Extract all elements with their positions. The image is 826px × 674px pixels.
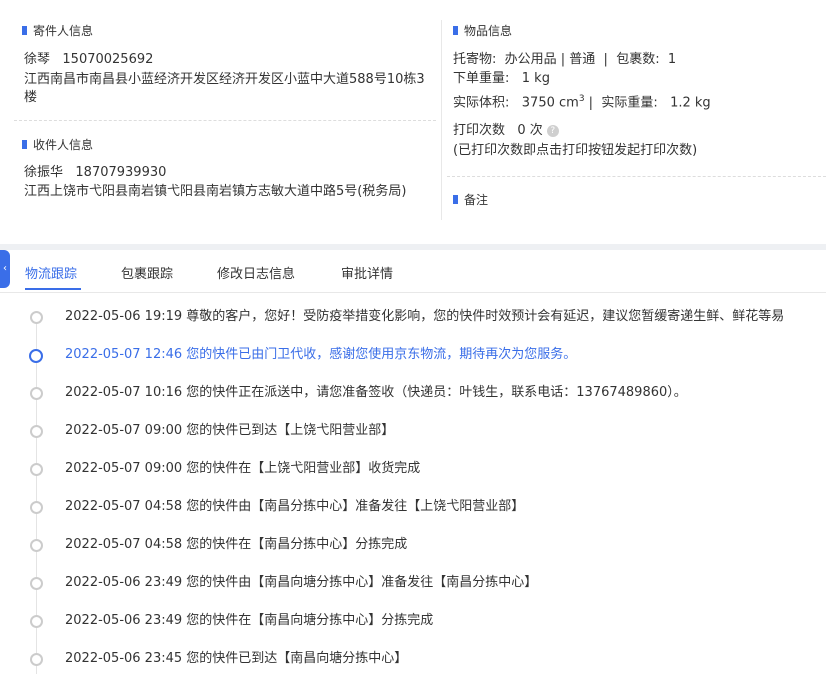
goods-line-3: 实际体积: 3750 cm3 | 实际重量: 1.2 kg <box>453 90 711 112</box>
timeline-entry: 2022-05-06 23:49 您的快件由【南昌向塘分拣中心】准备发往【南昌分… <box>65 575 538 590</box>
timeline-entry: 2022-05-06 23:45 您的快件已到达【南昌向塘分拣中心】 <box>65 651 408 666</box>
goods-title: 物品信息 <box>464 24 513 38</box>
remark-title: 备注 <box>464 193 489 207</box>
timeline-dot <box>30 387 43 400</box>
tab-logistics-tracking[interactable]: 物流跟踪 <box>25 263 77 282</box>
section-divider <box>14 120 436 121</box>
goods-section-title: 物品信息 <box>453 22 512 39</box>
column-divider <box>441 20 442 220</box>
section-marker <box>453 26 458 35</box>
sender-address: 江西南昌市南昌县小蓝经济开发区经济开发区小蓝中大道588号10栋3楼 <box>24 72 425 105</box>
tab-bar: 物流跟踪 包裹跟踪 修改日志信息 审批详情 <box>0 250 826 293</box>
section-marker <box>22 140 27 149</box>
timeline-entry: 2022-05-07 04:58 您的快件在【南昌分拣中心】分拣完成 <box>65 537 408 552</box>
timeline-dot <box>30 577 43 590</box>
sender-title: 寄件人信息 <box>33 24 94 38</box>
active-tab-indicator <box>25 288 81 290</box>
timeline-dot <box>30 653 43 666</box>
receiver-title: 收件人信息 <box>33 138 94 152</box>
section-marker <box>22 26 27 35</box>
timeline-entry: 2022-05-07 09:00 您的快件已到达【上饶弋阳营业部】 <box>65 423 395 438</box>
timeline-dot <box>30 463 43 476</box>
timeline-entry: 2022-05-07 09:00 您的快件在【上饶弋阳营业部】收货完成 <box>65 461 421 476</box>
tab-approval-details[interactable]: 审批详情 <box>341 263 393 282</box>
volume-text: 实际体积: 3750 cm <box>453 95 579 111</box>
collapse-handle[interactable]: ‹ <box>0 250 10 288</box>
section-marker <box>453 195 458 204</box>
chevron-left-icon: ‹ <box>3 263 7 274</box>
timeline-entry: 2022-05-06 23:49 您的快件在【南昌向塘分拣中心】分拣完成 <box>65 613 434 628</box>
timeline-entry: 2022-05-07 10:16 您的快件正在派送中，请您准备签收（快递员：叶钱… <box>65 385 687 400</box>
remark-section-title: 备注 <box>453 191 488 208</box>
goods-line-2: 下单重量: 1 kg <box>453 71 550 86</box>
print-count-note: (已打印次数即点击打印按钮发起打印次数) <box>453 143 698 158</box>
timeline-entry: 2022-05-07 04:58 您的快件由【南昌分拣中心】准备发往【上饶弋阳营… <box>65 499 525 514</box>
sender-section-title: 寄件人信息 <box>22 22 93 39</box>
timeline-entry: 2022-05-07 12:46 您的快件已由门卫代收，感谢您使用京东物流，期待… <box>65 347 577 362</box>
timeline-dot <box>30 501 43 514</box>
timeline-dot <box>30 425 43 438</box>
weight-text: | 实际重量: 1.2 kg <box>584 95 711 111</box>
tab-package-tracking[interactable]: 包裹跟踪 <box>121 263 173 282</box>
sender-name-phone: 徐琴 15070025692 <box>24 52 154 67</box>
print-count-row: 打印次数 0 次? <box>453 122 559 140</box>
timeline-dot <box>30 539 43 552</box>
goods-line-1: 托寄物: 办公用品 | 普通 | 包裹数: 1 <box>453 52 677 67</box>
tab-change-log[interactable]: 修改日志信息 <box>217 263 295 282</box>
section-divider <box>447 176 826 177</box>
timeline-dot <box>30 615 43 628</box>
timeline-dot-active <box>29 349 43 363</box>
print-count-label: 打印次数 0 次 <box>453 123 543 138</box>
question-circle-icon[interactable]: ? <box>546 124 559 137</box>
timeline-dot <box>30 311 43 324</box>
timeline-entry: 2022-05-06 19:19 尊敬的客户，您好！受防疫举措变化影响，您的快件… <box>65 309 785 324</box>
receiver-section-title: 收件人信息 <box>22 136 93 153</box>
receiver-name-phone: 徐振华 18707939930 <box>24 165 167 180</box>
receiver-address: 江西上饶市弋阳县南岩镇弋阳县南岩镇方志敏大道中路5号(税务局) <box>24 184 407 199</box>
